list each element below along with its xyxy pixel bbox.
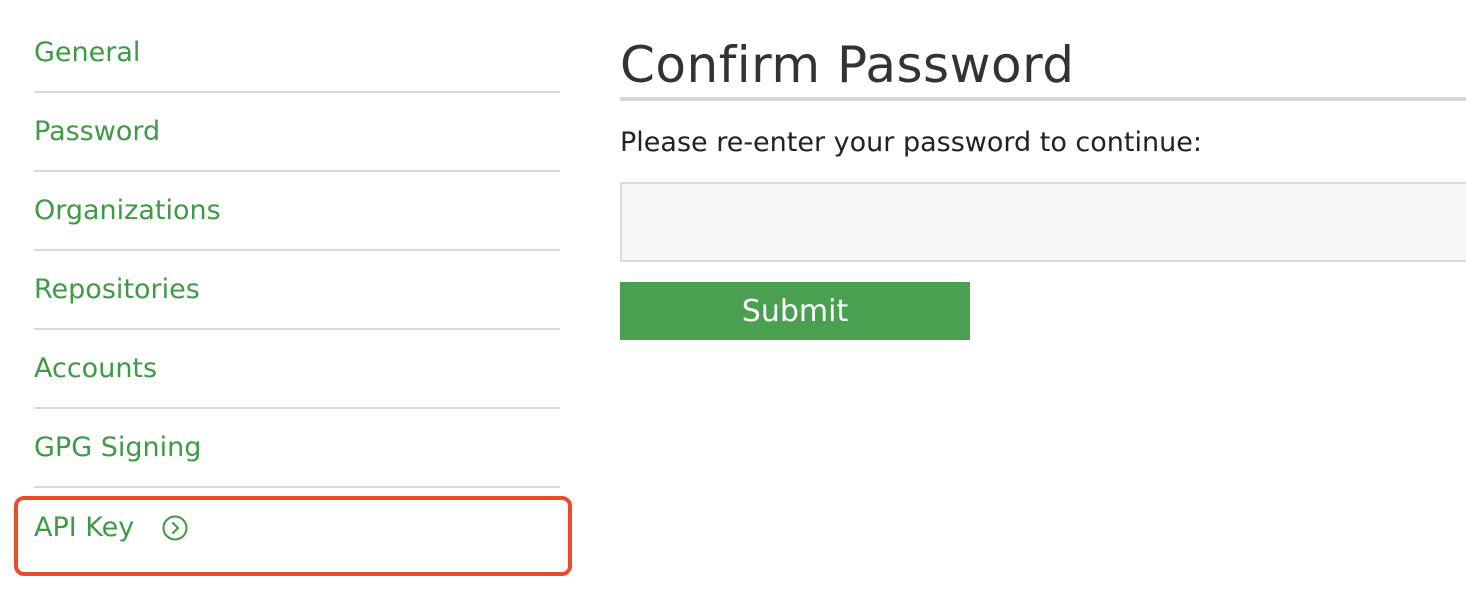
sidebar-item-label: Accounts (34, 353, 158, 384)
instructions-text: Please re-enter your password to continu… (620, 127, 1202, 158)
main-content: Confirm Password Please re-enter your pa… (620, 0, 1466, 340)
sidebar-item-accounts[interactable]: Accounts (34, 330, 560, 409)
sidebar-item-label: Repositories (34, 274, 200, 305)
sidebar-item-gpg-signing[interactable]: GPG Signing (34, 409, 560, 488)
sidebar-item-general[interactable]: General (34, 14, 560, 93)
sidebar-item-label: General (34, 37, 141, 68)
sidebar-item-api-key[interactable]: API Key (34, 488, 560, 567)
sidebar-item-label: GPG Signing (34, 432, 202, 463)
sidebar-item-organizations[interactable]: Organizations (34, 172, 560, 251)
settings-sidebar: General Password Organizations Repositor… (34, 14, 560, 567)
sidebar-item-label: Password (34, 116, 161, 147)
chevron-right-circle-icon (162, 515, 188, 541)
sidebar-item-label: API Key (34, 512, 135, 543)
page: General Password Organizations Repositor… (0, 0, 1466, 616)
sidebar-item-password[interactable]: Password (34, 93, 560, 172)
submit-button[interactable]: Submit (620, 282, 970, 340)
sidebar-item-repositories[interactable]: Repositories (34, 251, 560, 330)
page-title: Confirm Password (620, 0, 1466, 101)
password-input[interactable] (620, 182, 1466, 262)
sidebar-item-label: Organizations (34, 195, 221, 226)
